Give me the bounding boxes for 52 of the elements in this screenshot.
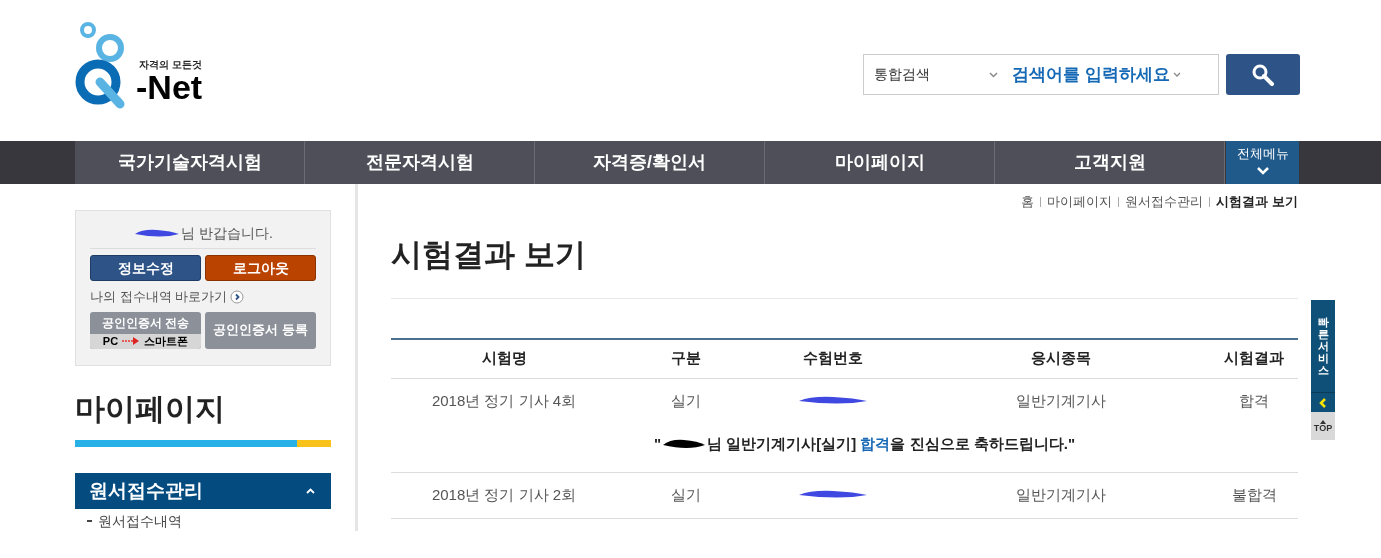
table-cell-text: 불합격 bbox=[1230, 484, 1278, 505]
quick-service-tab[interactable]: 빠른서비스 bbox=[1311, 300, 1335, 392]
chevron-icon bbox=[989, 71, 998, 78]
nav-item[interactable]: 국가기술자격시험 bbox=[75, 141, 305, 184]
greeting-text: 님 반갑습니다. bbox=[181, 224, 273, 243]
column-header: 구분 bbox=[669, 348, 702, 369]
top-button[interactable]: TOP bbox=[1311, 412, 1335, 440]
logo-text: -Net bbox=[136, 70, 203, 104]
column-header: 응시종목 bbox=[1030, 348, 1092, 369]
table-cell-text: 2018년 정기 기사 2회 bbox=[430, 484, 578, 505]
breadcrumb-item[interactable]: 원서접수관리 bbox=[1125, 192, 1204, 212]
sidebar-section[interactable]: 원서접수관리 bbox=[75, 473, 331, 509]
search-button[interactable] bbox=[1226, 54, 1300, 95]
sidebar-item[interactable]: 원서접수내역 bbox=[98, 513, 182, 529]
table-cell-text: 합격 bbox=[1238, 390, 1270, 411]
nav-item[interactable]: 마이페이지 bbox=[765, 141, 995, 184]
arrow-right-icon bbox=[122, 337, 141, 345]
history-link[interactable]: 나의 접수내역 바로가기 bbox=[90, 287, 228, 307]
chevron-down-icon bbox=[1256, 166, 1269, 175]
table-cell-text: 실기 bbox=[669, 484, 702, 505]
caret-up-icon bbox=[306, 488, 315, 494]
search-icon bbox=[1251, 62, 1275, 87]
sidebar-title: 마이페이지 bbox=[75, 394, 226, 424]
nav-item[interactable]: 전문자격시험 bbox=[305, 141, 535, 184]
table-cell-text: 실기 bbox=[669, 390, 702, 411]
column-header: 수험번호 bbox=[802, 348, 864, 369]
chevron-left-icon bbox=[1319, 397, 1327, 408]
cert-send-button[interactable]: 공인인증서 전송 PC 스마트폰 bbox=[90, 311, 201, 349]
account-button[interactable]: 정보수정 bbox=[90, 255, 201, 281]
table-cell-text: 2018년 정기 기사 4회 bbox=[430, 390, 578, 411]
collapse-button[interactable] bbox=[1311, 392, 1335, 412]
search-category[interactable]: 통합검색 bbox=[864, 64, 1012, 85]
triangle-up-icon bbox=[1320, 419, 1326, 424]
congratulation-message: 님 일반기계기사[실기] 합격을 진심으로 축하드립니다." bbox=[707, 434, 1076, 455]
column-header: 시험결과 bbox=[1223, 348, 1285, 369]
account-button[interactable]: 로그아웃 bbox=[205, 255, 316, 281]
table-cell-text: 일반기계기사 bbox=[1015, 390, 1107, 411]
all-menu-button[interactable]: 전체메뉴 bbox=[1226, 141, 1299, 184]
arrow-circle-icon bbox=[230, 289, 245, 304]
breadcrumb-item[interactable]: 홈 bbox=[1021, 192, 1035, 212]
nav-item[interactable]: 자격증/확인서 bbox=[535, 141, 765, 184]
table-cell-text: 일반기계기사 bbox=[1015, 484, 1107, 505]
breadcrumb-item[interactable]: 마이페이지 bbox=[1047, 192, 1113, 212]
page-title: 시험결과 보기 bbox=[391, 238, 587, 270]
search-placeholder[interactable]: 검색어를 입력하세요 bbox=[1012, 61, 1218, 88]
logo-tagline: 자격의 모든것 bbox=[139, 60, 203, 70]
chevron-icon bbox=[1172, 72, 1181, 77]
column-header: 시험명 bbox=[480, 348, 528, 369]
quote-mark: " bbox=[653, 434, 662, 455]
search-field[interactable]: 통합검색 검색어를 입력하세요 bbox=[863, 54, 1219, 95]
nav-item[interactable]: 고객지원 bbox=[995, 141, 1225, 184]
breadcrumb-item: 시험결과 보기 bbox=[1216, 193, 1298, 211]
